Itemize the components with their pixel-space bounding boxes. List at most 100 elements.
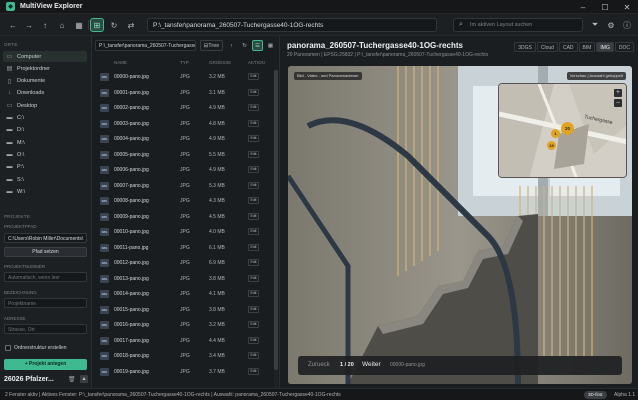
file-row[interactable]: IMG 00003-pano.jpg JPG 4.8 MB Edit [92,117,272,132]
create-structure-checkbox[interactable] [5,345,11,351]
edit-button[interactable]: Edit [248,274,259,282]
tab-doc[interactable]: DOC [614,42,634,52]
edit-button[interactable]: Edit [248,197,259,204]
address-field[interactable]: Strasse, Ort [4,324,87,334]
file-row[interactable]: IMG 00019-pano.jpg JPG 3.7 MB Edit [92,365,272,380]
list-view-button[interactable]: ☰ [252,40,263,51]
file-row[interactable]: IMG 00017-pano.jpg JPG 4.4 MB Edit [92,334,272,349]
sync-button[interactable]: ⇄ [124,18,138,32]
tab-img[interactable]: IMG [596,42,614,52]
tab-bim[interactable]: BIM [578,42,596,52]
sidebar-item[interactable]: ▯ Dokumente [3,76,87,87]
home-button[interactable]: ⌂ [55,18,69,32]
file-row[interactable]: IMG 00008-pano.jpg JPG 4.3 MB Edit [92,194,272,209]
file-row[interactable]: IMG 00001-pano.jpg JPG 3.1 MB Edit [92,86,272,101]
filter-button[interactable]: ⏷ [588,18,602,32]
edit-button[interactable]: Edit [248,135,259,142]
project-number-field[interactable]: Automatisch, wenn leer [4,272,87,282]
file-panel-path[interactable]: P:\_tansfer\panorama_260507-Tuchergasse4… [95,40,196,51]
close-window-button[interactable]: ✕ [616,0,638,14]
file-row[interactable]: IMG 00007-pano.jpg JPG 5.3 MB Edit [92,179,272,194]
sidebar-item[interactable]: ▬ M:\ [3,137,87,148]
edit-button[interactable]: Edit [248,305,259,313]
tree-button[interactable]: ⊟ Tree [200,40,223,51]
set-path-button[interactable]: Pfad setzen [4,247,87,257]
settings-button[interactable]: ⚙ [604,18,618,32]
edit-button[interactable]: Edit [248,88,259,96]
map-zoom-out-button[interactable]: – [614,99,622,107]
sidebar-item[interactable]: ▬ O:\ [3,149,87,160]
previous-button[interactable]: Zurueck [308,362,330,368]
address-bar[interactable]: P:\_tansfer\panorama_260507-Tuchergasse4… [147,18,437,32]
column-type[interactable]: TYP [180,60,189,65]
project-path-field[interactable]: C:\Users\Robin Miller\Documents\ [4,233,87,243]
up-button[interactable]: ↑ [38,18,52,32]
file-row[interactable]: IMG 00011-pano.jpg JPG 6.1 MB Edit [92,241,272,256]
mini-map[interactable]: Tuchergasse 20 1 19 + – [498,83,627,178]
create-project-button[interactable]: + Projekt anlegen [4,359,87,370]
viewer-coupling-chip[interactable]: Vorschau | Auswahl gekoppelt [566,72,626,80]
edit-button[interactable]: Edit [248,259,259,266]
info-button[interactable]: ⓘ [620,18,634,32]
file-row[interactable]: IMG 00005-pano.jpg JPG 5.5 MB Edit [92,148,272,163]
sidebar-item[interactable]: ▬ P:\ [3,162,87,173]
edit-button[interactable]: Edit [248,290,259,297]
column-name[interactable]: NAME [114,60,127,65]
refresh-files-button[interactable]: ↻ [239,40,250,51]
sidebar-item[interactable]: ▬ D:\ [3,125,87,136]
next-button[interactable]: Weiter [362,361,381,368]
refresh-button[interactable]: ↻ [107,18,121,32]
forward-button[interactable]: → [22,18,36,32]
map-marker[interactable]: 20 [561,122,574,135]
mode-pill[interactable]: 3D-first [584,391,607,399]
search-input[interactable]: ⌕ Im aktiven Layout suchen [453,18,583,32]
file-row[interactable]: IMG 00009-pano.jpg JPG 4.5 MB Edit [92,210,272,225]
edit-button[interactable]: Edit [248,166,259,173]
file-row[interactable]: IMG 00018-pano.jpg JPG 3.4 MB Edit [92,349,272,364]
grid-view-files-button[interactable]: ▦ [265,40,276,51]
column-size[interactable]: GROESSE [209,60,231,65]
file-row[interactable]: IMG 00004-pano.jpg JPG 4.9 MB Edit [92,132,272,147]
edit-button[interactable]: Edit [248,212,259,220]
file-row[interactable]: IMG 00012-pano.jpg JPG 6.9 MB Edit [92,256,272,271]
up-folder-button[interactable]: ↑ [226,40,237,51]
trash-icon[interactable]: 🗑 [68,376,76,383]
scrollbar-thumb[interactable] [274,70,278,370]
scroll-up-button[interactable]: ▲ [80,375,88,383]
sidebar-item[interactable]: ▬ S:\ [3,174,87,185]
minimize-button[interactable]: – [572,0,594,14]
edit-button[interactable]: Edit [248,367,259,375]
file-row[interactable]: IMG 00013-pano.jpg JPG 3.8 MB Edit [92,272,272,287]
file-row[interactable]: IMG 00006-pano.jpg JPG 4.9 MB Edit [92,163,272,178]
file-row[interactable]: IMG 00015-pano.jpg JPG 3.8 MB Edit [92,303,272,318]
file-row[interactable]: IMG 00002-pano.jpg JPG 4.9 MB Edit [92,101,272,116]
map-marker[interactable]: 1 [551,129,560,138]
sidebar-item[interactable]: ▭ Desktop [3,100,87,111]
map-zoom-in-button[interactable]: + [614,89,622,97]
edit-button[interactable]: Edit [248,150,259,158]
tab-cad[interactable]: CAD [558,42,578,52]
back-button[interactable]: ← [6,18,20,32]
edit-button[interactable]: Edit [248,104,259,111]
edit-button[interactable]: Edit [248,352,259,359]
recent-project[interactable]: 26026 Pfalzer... [4,376,54,383]
maximize-button[interactable]: ☐ [594,0,616,14]
sidebar-item[interactable]: ▭ Computer [3,51,87,62]
layout-button[interactable]: ⊞ [90,18,104,32]
file-row[interactable]: IMG 00000-pano.jpg JPG 3.2 MB Edit [92,70,272,85]
edit-button[interactable]: Edit [248,228,259,235]
edit-button[interactable]: Edit [248,243,259,251]
project-name-field[interactable]: Projektname [4,298,87,308]
sidebar-item[interactable]: ↓ Downloads [3,88,87,99]
tab-3dgs[interactable]: 3DGS [514,42,536,52]
sidebar-item[interactable]: ▬ W:\ [3,186,87,197]
file-row[interactable]: IMG 00010-pano.jpg JPG 4.0 MB Edit [92,225,272,240]
tab-cloud[interactable]: Cloud [536,42,558,52]
file-list-scrollbar[interactable] [274,70,278,388]
edit-button[interactable]: Edit [248,336,259,344]
grid-view-button[interactable]: ▦ [72,18,86,32]
panorama-viewer[interactable]: Bild - Video - und Panoramaviewer Vorsch… [288,66,632,384]
edit-button[interactable]: Edit [248,119,259,127]
map-marker[interactable]: 19 [547,141,556,150]
edit-button[interactable]: Edit [248,321,259,328]
